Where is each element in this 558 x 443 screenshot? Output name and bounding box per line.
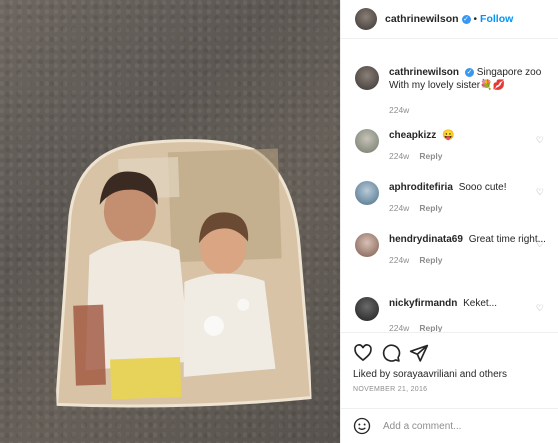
- like-comment-icon[interactable]: ♡: [536, 135, 544, 146]
- like-comment-icon[interactable]: ♡: [536, 239, 544, 250]
- post-header: cathrinewilson ✓ • Follow: [341, 0, 558, 39]
- old-photo-print: [54, 139, 312, 408]
- post-photo[interactable]: [0, 0, 340, 443]
- comment-username[interactable]: cheapkizz: [389, 130, 436, 141]
- comment-text: 😛: [442, 130, 455, 141]
- follow-button[interactable]: Follow: [480, 13, 513, 25]
- comment-username[interactable]: aphroditefiria: [389, 182, 453, 193]
- comment-age: 224w: [389, 151, 410, 161]
- avatar[interactable]: [355, 297, 379, 321]
- avatar[interactable]: [355, 129, 379, 153]
- comments-list[interactable]: cathrinewilson ✓ Singapore zoo With my lo…: [341, 39, 558, 332]
- verified-icon: ✓: [461, 14, 471, 24]
- reply-button[interactable]: Reply: [419, 255, 442, 265]
- like-comment-icon[interactable]: ♡: [536, 303, 544, 314]
- add-comment-input[interactable]: [381, 419, 535, 433]
- reply-button[interactable]: Reply: [419, 203, 442, 213]
- verified-icon: ✓: [465, 67, 475, 77]
- avatar[interactable]: [355, 233, 379, 257]
- avatar[interactable]: [355, 181, 379, 205]
- separator-dot: •: [473, 13, 478, 25]
- smile-icon[interactable]: [353, 417, 371, 435]
- list-item: cheapkizz 😛 224w Reply ♡: [355, 129, 550, 163]
- comment-username[interactable]: hendrydinata69: [389, 234, 463, 245]
- header-username[interactable]: cathrinewilson: [385, 13, 459, 25]
- list-item: aphroditefiria Sooo cute! 224w Reply ♡: [355, 181, 550, 215]
- reply-button[interactable]: Reply: [419, 323, 442, 332]
- comment-username[interactable]: nickyfirmandn: [389, 298, 457, 309]
- avatar[interactable]: [355, 66, 379, 90]
- add-comment-bar: [341, 408, 558, 443]
- comment-text: Keket...: [463, 298, 498, 309]
- comment-age: 224w: [389, 203, 410, 213]
- caption-age: 224w: [389, 105, 410, 115]
- comment-text: Sooo cute!: [458, 182, 507, 193]
- comment-age: 224w: [389, 255, 410, 265]
- comment-icon[interactable]: [381, 343, 401, 363]
- post-actions: Liked by sorayaavriliani and others NOVE…: [341, 332, 558, 443]
- reply-button[interactable]: Reply: [419, 151, 442, 161]
- caption-username[interactable]: cathrinewilson: [389, 67, 459, 78]
- comment-age: 224w: [389, 323, 410, 332]
- caption: cathrinewilson ✓ Singapore zoo With my lo…: [355, 66, 550, 117]
- comment-text: Great time right...: [468, 234, 546, 245]
- list-item: nickyfirmandn Keket... 224w Reply ♡: [355, 297, 550, 332]
- likes-text[interactable]: Liked by sorayaavriliani and others: [341, 363, 558, 380]
- share-icon[interactable]: [409, 343, 429, 363]
- post-side-panel: cathrinewilson ✓ • Follow cathrinewilson…: [340, 0, 558, 443]
- heart-icon[interactable]: [353, 343, 373, 363]
- post-date: NOVEMBER 21, 2016: [353, 386, 428, 393]
- avatar[interactable]: [355, 8, 377, 30]
- list-item: hendrydinata69 Great time right... 224w R…: [355, 233, 550, 267]
- like-comment-icon[interactable]: ♡: [536, 187, 544, 198]
